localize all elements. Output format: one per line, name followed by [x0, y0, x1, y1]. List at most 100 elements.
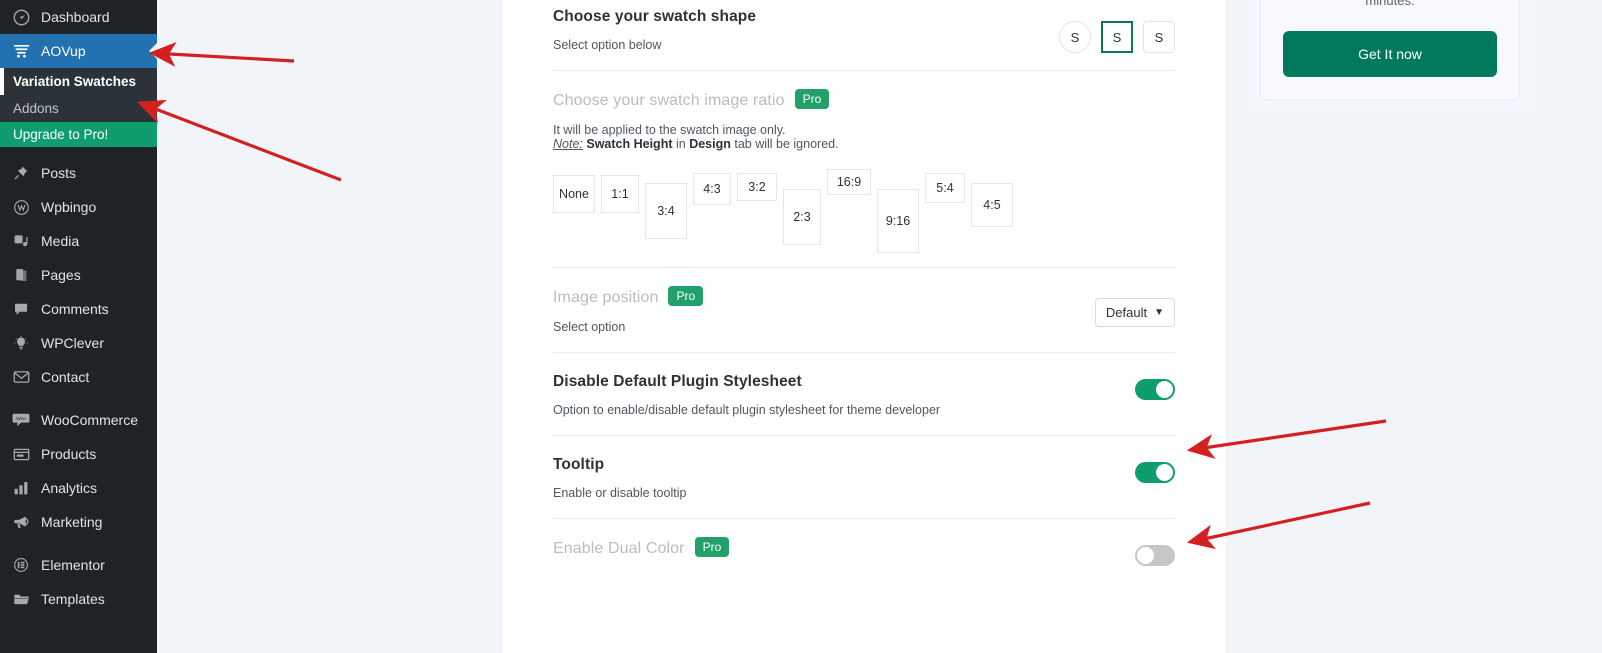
swatch-shape-square[interactable]: S	[1101, 21, 1133, 53]
aovup-submenu: Variation Swatches Addons Upgrade to Pro…	[0, 68, 157, 147]
section-disable-stylesheet: Disable Default Plugin Stylesheet Option…	[553, 353, 1175, 436]
section-swatch-shape: Choose your swatch shape Select option b…	[553, 0, 1175, 71]
sidebar-item-marketing[interactable]: Marketing	[0, 505, 157, 539]
ratio-option-label: 16:9	[836, 175, 862, 189]
sidebar-item-woocommerce[interactable]: Woo WooCommerce	[0, 403, 157, 437]
folder-icon	[10, 589, 32, 609]
get-it-now-button[interactable]: Get It now	[1283, 30, 1497, 77]
app-screen: Dashboard AOVup Variation Swatches Addon…	[0, 0, 1602, 653]
ratio-option-1x1[interactable]: 1:1	[601, 175, 639, 213]
toggle-knob	[1156, 381, 1173, 398]
dual-color-title: Enable Dual Color	[553, 540, 685, 557]
sidebar-item-label: Pages	[41, 267, 81, 283]
ratio-option-label: 9:16	[885, 214, 911, 228]
sidebar-item-posts[interactable]: Posts	[0, 156, 157, 190]
sidebar-item-label: WPClever	[41, 335, 105, 351]
sidebar-item-dashboard[interactable]: Dashboard	[0, 0, 157, 34]
dashboard-icon	[10, 7, 32, 27]
image-position-header: Image position Pro	[553, 286, 1175, 308]
image-ratio-header: Choose your swatch image ratio Pro	[553, 89, 1175, 111]
submenu-item-label: Variation Swatches	[13, 74, 137, 89]
sidebar-item-label: WooCommerce	[41, 412, 138, 428]
ratio-option-label: 4:5	[983, 198, 1001, 212]
pro-badge: Pro	[668, 286, 704, 306]
ratio-option-3x4[interactable]: 3:4	[645, 183, 687, 239]
swatch-shape-circle[interactable]: S	[1059, 21, 1091, 53]
sidebar-item-products[interactable]: Products	[0, 437, 157, 471]
ratio-option-4x3[interactable]: 4:3	[693, 173, 731, 205]
submenu-item-variation-swatches[interactable]: Variation Swatches	[0, 68, 157, 95]
disable-stylesheet-toggle[interactable]	[1135, 379, 1175, 400]
ratio-option-2x3[interactable]: 2:3	[783, 189, 821, 245]
comments-icon	[10, 299, 32, 319]
sidebar-item-label: Posts	[41, 165, 77, 181]
swatch-shape-label: S	[1154, 29, 1164, 45]
sidebar-item-wpbingo[interactable]: Wpbingo	[0, 190, 157, 224]
chevron-down-icon: ▼	[1154, 307, 1164, 318]
ratio-option-16x9[interactable]: 16:9	[827, 169, 871, 195]
sidebar-item-comments[interactable]: Comments	[0, 292, 157, 326]
section-image-position: Image position Pro Select option Default…	[553, 268, 1175, 353]
content-area: Choose your swatch shape Select option b…	[157, 0, 1602, 653]
sidebar-item-label: AOVup	[41, 43, 86, 59]
admin-sidebar: Dashboard AOVup Variation Swatches Addon…	[0, 0, 157, 653]
woocommerce-icon: Woo	[10, 410, 32, 430]
analytics-icon	[10, 478, 32, 498]
ratio-option-label: 5:4	[936, 181, 954, 195]
submenu-item-label: Upgrade to Pro!	[13, 127, 109, 142]
pro-badge: Pro	[794, 89, 830, 109]
elementor-icon	[10, 555, 32, 575]
sidebar-item-analytics[interactable]: Analytics	[0, 471, 157, 505]
section-swatch-image-ratio: Choose your swatch image ratio Pro It wi…	[553, 71, 1175, 268]
megaphone-icon	[10, 512, 32, 532]
dual-color-header: Enable Dual Color Pro	[553, 537, 1175, 559]
swatch-shape-options: S S S	[1059, 21, 1175, 53]
image-position-value: Default	[1105, 305, 1148, 320]
promo-text: page. Increase your catalog size in minu…	[1365, 0, 1415, 8]
tooltip-subtitle: Enable or disable tooltip	[553, 486, 687, 500]
ratio-option-4x5[interactable]: 4:5	[971, 183, 1013, 227]
tooltip-toggle[interactable]	[1135, 462, 1175, 483]
sidebar-item-pages[interactable]: Pages	[0, 258, 157, 292]
submenu-item-upgrade-to-pro[interactable]: Upgrade to Pro!	[0, 122, 157, 147]
aovup-icon	[10, 41, 32, 61]
ratio-option-9x16[interactable]: 9:16	[877, 189, 919, 253]
ratio-option-none[interactable]: None	[553, 175, 595, 213]
image-ratio-note-bold2: Design	[689, 137, 731, 151]
image-ratio-note-line1: It will be applied to the swatch image o…	[553, 123, 786, 137]
sidebar-item-aovup[interactable]: AOVup	[0, 34, 157, 68]
sidebar-item-label: Wpbingo	[41, 199, 97, 215]
sidebar-item-media[interactable]: Media	[0, 224, 157, 258]
image-position-select[interactable]: Default ▼	[1094, 298, 1175, 327]
sidebar-item-templates[interactable]: Templates	[0, 582, 157, 616]
image-ratio-note: It will be applied to the swatch image o…	[553, 123, 1175, 151]
ratio-option-label: None	[559, 187, 589, 201]
image-ratio-note-tail: tab will be ignored.	[730, 137, 839, 151]
section-dual-color: Enable Dual Color Pro	[553, 519, 1175, 577]
sidebar-divider	[0, 394, 157, 403]
sidebar-divider	[0, 539, 157, 548]
sidebar-item-label: Elementor	[41, 557, 105, 573]
sidebar-item-wpclever[interactable]: WPClever	[0, 326, 157, 360]
dual-color-toggle[interactable]	[1135, 545, 1175, 566]
sidebar-item-label: Comments	[41, 301, 109, 317]
tooltip-title: Tooltip	[553, 456, 605, 473]
disable-stylesheet-title: Disable Default Plugin Stylesheet	[553, 373, 802, 390]
ratio-option-label: 4:3	[703, 182, 721, 196]
pin-icon	[10, 163, 32, 183]
products-icon	[10, 444, 32, 464]
sidebar-item-elementor[interactable]: Elementor	[0, 548, 157, 582]
sidebar-item-label: Templates	[41, 591, 105, 607]
image-ratio-note-bold1: Swatch Height	[586, 137, 673, 151]
ratio-option-5x4[interactable]: 5:4	[925, 173, 965, 203]
ratio-option-label: 2:3	[793, 210, 811, 224]
pages-icon	[10, 265, 32, 285]
submenu-item-label: Addons	[13, 101, 59, 116]
swatch-shape-rounded[interactable]: S	[1143, 21, 1175, 53]
sidebar-item-contact[interactable]: Contact	[0, 360, 157, 394]
envelope-icon	[10, 367, 32, 387]
ratio-option-3x2[interactable]: 3:2	[737, 173, 777, 201]
sidebar-item-label: Contact	[41, 369, 90, 385]
sidebar-item-label: Dashboard	[41, 9, 110, 25]
submenu-item-addons[interactable]: Addons	[0, 95, 157, 122]
